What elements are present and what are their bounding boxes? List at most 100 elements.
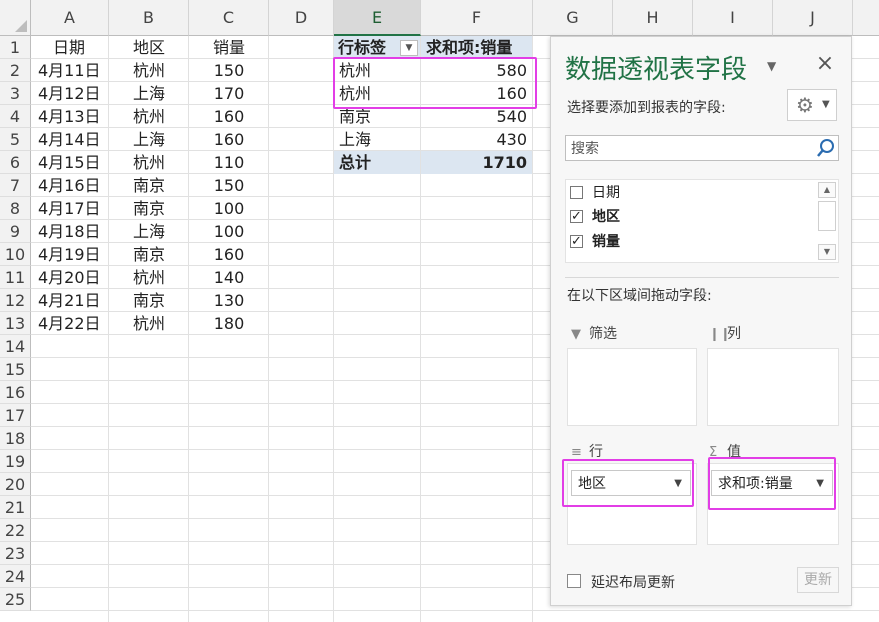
header-cell-date[interactable]: 日期 xyxy=(38,36,100,59)
region-cell[interactable]: 上海 xyxy=(110,128,188,151)
row-header[interactable]: 4 xyxy=(0,105,31,128)
region-cell[interactable]: 南京 xyxy=(110,243,188,266)
region-cell[interactable]: 上海 xyxy=(110,82,188,105)
pivot-total-label[interactable]: 总计 xyxy=(334,151,420,174)
pivot-row-label[interactable]: 上海 xyxy=(334,128,420,151)
date-cell[interactable]: 4月20日 xyxy=(38,266,101,289)
pivot-total-value[interactable]: 1710 xyxy=(421,151,532,174)
field-checkbox-sales[interactable] xyxy=(570,231,583,253)
row-header[interactable]: 17 xyxy=(0,404,31,427)
sales-cell[interactable]: 100 xyxy=(190,220,268,243)
date-cell[interactable]: 4月12日 xyxy=(38,82,101,105)
sales-cell[interactable]: 110 xyxy=(190,151,268,174)
region-cell[interactable]: 上海 xyxy=(110,220,188,243)
column-header-e[interactable]: E xyxy=(334,0,421,36)
sales-cell[interactable]: 180 xyxy=(190,312,268,335)
region-cell[interactable]: 杭州 xyxy=(110,151,188,174)
columns-drop-area[interactable] xyxy=(707,348,839,426)
sales-cell[interactable]: 130 xyxy=(190,289,268,312)
update-button[interactable]: 更新 xyxy=(797,567,839,593)
date-cell[interactable]: 4月21日 xyxy=(38,289,101,312)
date-cell[interactable]: 4月13日 xyxy=(38,105,101,128)
row-header[interactable]: 15 xyxy=(0,358,31,381)
column-header-d[interactable]: D xyxy=(269,0,334,36)
row-header[interactable]: 10 xyxy=(0,243,31,266)
column-header-j[interactable]: J xyxy=(773,0,853,36)
row-header[interactable]: 3 xyxy=(0,82,31,105)
select-all-corner[interactable] xyxy=(0,0,31,36)
column-header-a[interactable]: A xyxy=(31,0,109,36)
sales-cell[interactable]: 150 xyxy=(190,59,268,82)
filter-drop-area[interactable] xyxy=(567,348,697,426)
row-header[interactable]: 22 xyxy=(0,519,31,542)
region-cell[interactable]: 南京 xyxy=(110,174,188,197)
row-header[interactable]: 21 xyxy=(0,496,31,519)
field-checkbox-region[interactable] xyxy=(570,206,583,228)
region-cell[interactable]: 杭州 xyxy=(110,59,188,82)
date-cell[interactable]: 4月16日 xyxy=(38,174,101,197)
columns-icon: ❙❙ xyxy=(709,327,731,342)
row-header[interactable]: 2 xyxy=(0,59,31,82)
row-header[interactable]: 11 xyxy=(0,266,31,289)
row-header[interactable]: 16 xyxy=(0,381,31,404)
header-cell-sales[interactable]: 销量 xyxy=(190,36,268,59)
row-header[interactable]: 6 xyxy=(0,151,31,174)
date-cell[interactable]: 4月17日 xyxy=(38,197,101,220)
scroll-thumb[interactable] xyxy=(818,201,836,231)
column-header-i[interactable]: I xyxy=(693,0,773,36)
close-icon[interactable]: × xyxy=(815,51,835,76)
region-cell[interactable]: 杭州 xyxy=(110,312,188,335)
column-header-h[interactable]: H xyxy=(613,0,693,36)
column-header-g[interactable]: G xyxy=(533,0,613,36)
row-header[interactable]: 19 xyxy=(0,450,31,473)
region-cell[interactable]: 杭州 xyxy=(110,266,188,289)
date-cell[interactable]: 4月15日 xyxy=(38,151,101,174)
scroll-up-icon[interactable]: ▲ xyxy=(818,182,836,198)
sales-cell[interactable]: 160 xyxy=(190,105,268,128)
date-cell[interactable]: 4月19日 xyxy=(38,243,101,266)
sales-cell[interactable]: 140 xyxy=(190,266,268,289)
field-checkbox-date[interactable] xyxy=(570,186,583,199)
column-header-c[interactable]: C xyxy=(189,0,269,36)
pane-subtitle: 选择要添加到报表的字段: xyxy=(567,100,726,116)
row-header[interactable]: 1 xyxy=(0,36,31,59)
header-cell-region[interactable]: 地区 xyxy=(110,36,188,59)
scroll-down-icon[interactable]: ▼ xyxy=(818,244,836,260)
search-icon[interactable] xyxy=(816,137,836,159)
region-cell[interactable]: 杭州 xyxy=(110,105,188,128)
column-header-k[interactable] xyxy=(853,0,879,36)
region-cell[interactable]: 南京 xyxy=(110,289,188,312)
sales-cell[interactable]: 160 xyxy=(190,243,268,266)
chevron-down-icon[interactable]: ▼ xyxy=(767,59,776,73)
date-cell[interactable]: 4月22日 xyxy=(38,312,101,335)
sales-cell[interactable]: 170 xyxy=(190,82,268,105)
date-cell[interactable]: 4月18日 xyxy=(38,220,101,243)
defer-update-checkbox[interactable] xyxy=(567,574,581,588)
field-list-scrollbar[interactable]: ▲ ▼ xyxy=(818,182,836,260)
pivot-row-value[interactable]: 430 xyxy=(421,128,532,151)
sales-cell[interactable]: 100 xyxy=(190,197,268,220)
row-header[interactable]: 5 xyxy=(0,128,31,151)
search-input[interactable] xyxy=(569,138,813,160)
date-cell[interactable]: 4月11日 xyxy=(38,59,101,82)
date-cell[interactable]: 4月14日 xyxy=(38,128,101,151)
row-header[interactable]: 20 xyxy=(0,473,31,496)
column-header-b[interactable]: B xyxy=(109,0,189,36)
row-header[interactable]: 8 xyxy=(0,197,31,220)
row-header[interactable]: 23 xyxy=(0,542,31,565)
row-header[interactable]: 7 xyxy=(0,174,31,197)
pivot-value-header[interactable]: 求和项:销量 xyxy=(421,36,532,59)
row-header[interactable]: 13 xyxy=(0,312,31,335)
region-cell[interactable]: 南京 xyxy=(110,197,188,220)
row-header[interactable]: 9 xyxy=(0,220,31,243)
row-header[interactable]: 25 xyxy=(0,588,31,611)
column-header-f[interactable]: F xyxy=(421,0,533,36)
row-header[interactable]: 24 xyxy=(0,565,31,588)
row-header[interactable]: 18 xyxy=(0,427,31,450)
sales-cell[interactable]: 160 xyxy=(190,128,268,151)
row-header[interactable]: 12 xyxy=(0,289,31,312)
sales-cell[interactable]: 150 xyxy=(190,174,268,197)
tools-button[interactable]: ⚙ ▼ xyxy=(787,89,837,121)
filter-dropdown-icon[interactable]: ▼ xyxy=(400,40,418,56)
row-header[interactable]: 14 xyxy=(0,335,31,358)
